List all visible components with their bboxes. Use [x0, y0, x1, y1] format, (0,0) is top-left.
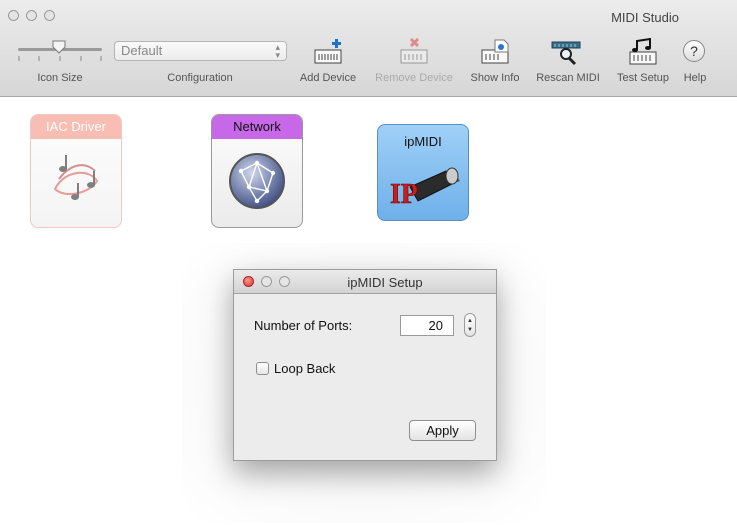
configuration-select[interactable]: Default ▴ ▾: [114, 41, 287, 61]
device-ipmidi[interactable]: ipMIDI IP: [377, 124, 469, 221]
stepper-up-icon[interactable]: ▲: [467, 318, 473, 324]
ipmidi-setup-dialog: ipMIDI Setup Number of Ports: 20 ▲ ▼ Loo…: [233, 269, 497, 461]
add-device-label[interactable]: Add Device: [296, 72, 360, 84]
device-label: ipMIDI: [404, 134, 442, 149]
slider-ticks: [18, 56, 102, 61]
test-setup-label[interactable]: Test Setup: [610, 72, 676, 84]
zoom-window-button[interactable]: [44, 10, 55, 21]
configuration-label: Configuration: [167, 72, 233, 84]
select-arrows-icon: ▴ ▾: [275, 42, 280, 60]
help-label[interactable]: Help: [680, 72, 710, 84]
toolbar: MIDI Studio Icon Size Default ▴ ▾ Configu…: [0, 0, 737, 97]
window-title: MIDI Studio: [611, 10, 679, 25]
help-button[interactable]: ?: [683, 40, 705, 62]
rescan-midi-label[interactable]: Rescan MIDI: [533, 72, 603, 84]
loop-back-label[interactable]: Loop Back: [274, 361, 335, 376]
show-info-label[interactable]: Show Info: [465, 72, 525, 84]
icon-size-label: Icon Size: [37, 72, 83, 84]
ip-badge: IP: [390, 179, 418, 210]
close-window-button[interactable]: [8, 10, 19, 21]
remove-device-icon: [400, 38, 428, 64]
slider-knob[interactable]: [52, 40, 66, 54]
ports-field[interactable]: 20: [400, 315, 454, 336]
device-iac-driver[interactable]: IAC Driver: [30, 114, 122, 228]
midi-studio-window: MIDI Studio Icon Size Default ▴ ▾ Configu…: [0, 0, 737, 525]
add-device-icon[interactable]: [313, 38, 343, 66]
dialog-titlebar: ipMIDI Setup: [234, 270, 496, 294]
show-info-icon[interactable]: [480, 38, 510, 66]
music-notes-icon: [53, 155, 99, 200]
stepper-down-icon[interactable]: ▼: [467, 327, 473, 333]
ip-midi-cable-icon: IP: [390, 167, 460, 210]
device-label: IAC Driver: [31, 115, 121, 139]
loop-back-checkbox[interactable]: [256, 362, 269, 375]
apply-button[interactable]: Apply: [409, 420, 476, 441]
test-setup-icon[interactable]: [628, 38, 658, 66]
minimize-window-button[interactable]: [26, 10, 37, 21]
ports-label: Number of Ports:: [254, 318, 353, 333]
globe-icon: [229, 153, 285, 209]
remove-device-label: Remove Device: [375, 72, 453, 84]
rescan-midi-icon[interactable]: [551, 38, 581, 66]
configuration-value: Default: [121, 43, 163, 58]
device-network[interactable]: Network: [211, 114, 303, 228]
dialog-title: ipMIDI Setup: [347, 275, 423, 290]
device-label: Network: [212, 115, 302, 139]
ports-stepper[interactable]: ▲ ▼: [464, 313, 476, 337]
